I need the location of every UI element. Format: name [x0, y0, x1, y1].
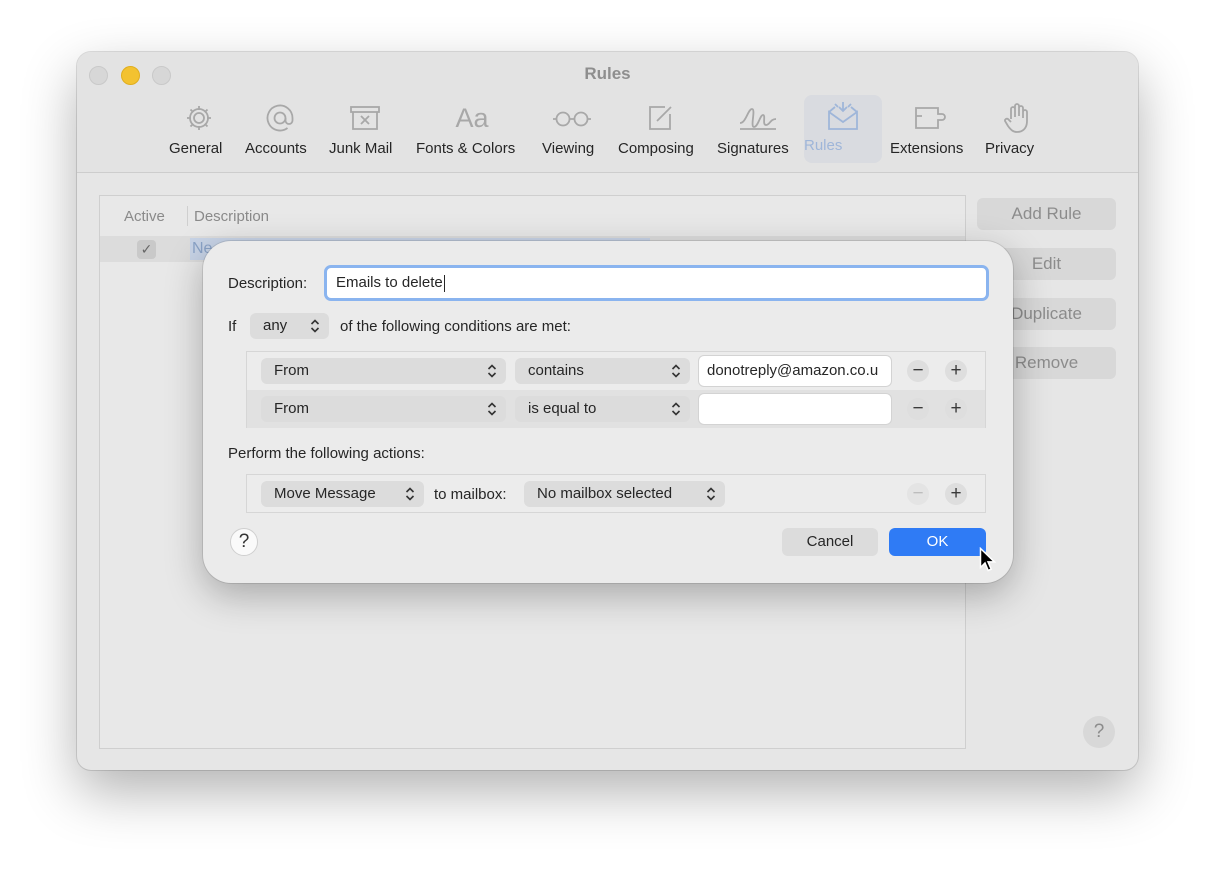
toolbar-composing[interactable]: Composing: [618, 98, 702, 157]
text-caret: [443, 274, 445, 292]
mouse-pointer-icon: [979, 547, 997, 572]
toolbar-extensions[interactable]: Extensions: [890, 98, 970, 157]
chevron-updown-icon: [310, 319, 320, 333]
column-header-active[interactable]: Active: [124, 208, 165, 225]
title-bar: Rules General Accounts Junk Mail Aa Font…: [77, 52, 1138, 173]
cancel-button[interactable]: Cancel: [782, 528, 878, 556]
chevron-updown-icon: [706, 487, 716, 501]
add-condition-button[interactable]: +: [945, 360, 967, 382]
condition-row: From is equal to − +: [247, 390, 985, 428]
toolbar-rules[interactable]: Rules: [804, 95, 882, 163]
chevron-updown-icon: [487, 364, 497, 378]
actions-label: Perform the following actions:: [228, 445, 425, 462]
remove-action-button[interactable]: −: [907, 483, 929, 505]
to-mailbox-label: to mailbox:: [434, 486, 507, 503]
condition-value-field[interactable]: [698, 393, 892, 425]
hand-icon: [985, 98, 1049, 138]
condition-operator-popup[interactable]: is equal to: [515, 396, 690, 422]
column-divider: [187, 206, 188, 226]
window-title: Rules: [584, 64, 631, 83]
extensions-icon: [890, 98, 970, 138]
condition-operator-value: contains: [528, 362, 584, 379]
add-condition-button[interactable]: +: [945, 398, 967, 420]
junk-mail-icon: [329, 98, 401, 138]
chevron-updown-icon: [487, 402, 497, 416]
toolbar-privacy[interactable]: Privacy: [985, 98, 1049, 157]
add-rule-button[interactable]: Add Rule: [977, 198, 1116, 230]
compose-icon: [618, 98, 702, 138]
conditions-panel: From contains donotreply@amazon.co.u − +…: [246, 351, 986, 428]
action-type-popup[interactable]: Move Message: [261, 481, 424, 507]
description-field[interactable]: Emails to delete: [324, 265, 989, 301]
actions-panel: Move Message to mailbox: No mailbox sele…: [246, 474, 986, 513]
add-action-button[interactable]: +: [945, 483, 967, 505]
gear-icon: [169, 98, 229, 138]
if-label: If: [228, 318, 237, 335]
ok-button[interactable]: OK: [889, 528, 986, 556]
conditions-suffix: of the following conditions are met:: [340, 318, 571, 335]
chevron-updown-icon: [671, 364, 681, 378]
at-icon: [245, 98, 315, 138]
remove-condition-button[interactable]: −: [907, 360, 929, 382]
condition-row: From contains donotreply@amazon.co.u − +: [247, 352, 985, 390]
signature-icon: [717, 98, 799, 138]
condition-field-popup[interactable]: From: [261, 396, 506, 422]
active-checkbox[interactable]: ✓: [137, 240, 156, 259]
toolbar-accounts[interactable]: Accounts: [245, 98, 315, 157]
description-value: Emails to delete: [336, 274, 443, 291]
mailbox-value: No mailbox selected: [537, 485, 673, 502]
chevron-updown-icon: [405, 487, 415, 501]
match-mode-popup[interactable]: any: [250, 313, 329, 339]
rules-icon: [804, 95, 882, 135]
remove-condition-button[interactable]: −: [907, 398, 929, 420]
glasses-icon: [542, 98, 602, 138]
description-label: Description:: [228, 275, 308, 292]
condition-operator-value: is equal to: [528, 400, 597, 417]
fonts-icon: Aa: [455, 102, 489, 133]
rule-editor-dialog: Description: Emails to delete If any of …: [203, 241, 1013, 583]
condition-operator-popup[interactable]: contains: [515, 358, 690, 384]
condition-field-popup[interactable]: From: [261, 358, 506, 384]
toolbar-viewing[interactable]: Viewing: [542, 98, 602, 157]
toolbar-general[interactable]: General: [169, 98, 229, 157]
toolbar-signatures[interactable]: Signatures: [717, 98, 799, 157]
action-row: Move Message to mailbox: No mailbox sele…: [247, 475, 985, 513]
chevron-updown-icon: [671, 402, 681, 416]
toolbar-junk-mail[interactable]: Junk Mail: [329, 98, 401, 157]
condition-value-field[interactable]: donotreply@amazon.co.u: [698, 355, 892, 387]
condition-field-value: From: [274, 400, 309, 417]
match-mode-value: any: [263, 317, 288, 334]
column-header-description[interactable]: Description: [194, 208, 269, 225]
window-help-button[interactable]: ?: [1083, 716, 1115, 748]
toolbar-fonts-colors[interactable]: Aa Fonts & Colors: [416, 98, 528, 158]
action-type-value: Move Message: [274, 485, 376, 502]
dialog-help-button[interactable]: ?: [230, 528, 258, 556]
condition-field-value: From: [274, 362, 309, 379]
mailbox-popup[interactable]: No mailbox selected: [524, 481, 725, 507]
